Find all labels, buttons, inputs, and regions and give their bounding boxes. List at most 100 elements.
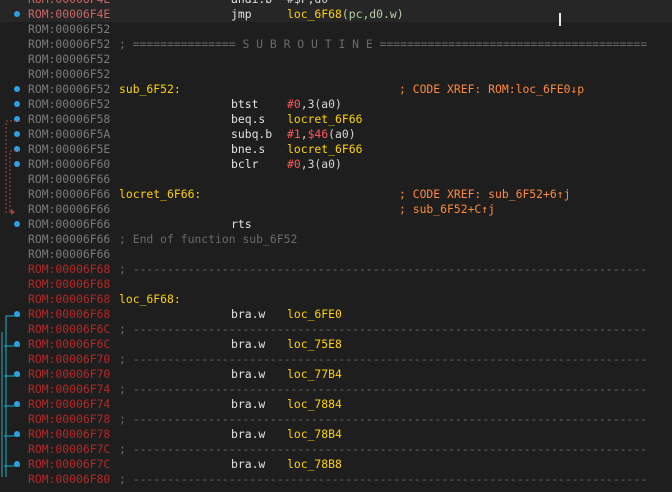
code-line[interactable]: ROM:00006F52 bbox=[0, 67, 672, 82]
code-line[interactable]: ROM:00006F52 ; =============== S U B R O … bbox=[0, 37, 672, 52]
gutter bbox=[0, 382, 28, 397]
line-address: ROM:00006F6C bbox=[28, 337, 111, 351]
code-line[interactable]: ROM:00006F80 ; --------------------------… bbox=[0, 472, 672, 487]
instruction-mnemonic: bra.w bbox=[231, 427, 266, 441]
code-line[interactable]: ROM:00006F66 rts bbox=[0, 217, 672, 232]
code-line[interactable]: ROM:00006F60 bclr #0,3(a0) bbox=[0, 157, 672, 172]
code-line[interactable]: ROM:00006F52 sub_6F52: ; CODE XREF: ROM:lo… bbox=[0, 82, 672, 97]
gutter bbox=[0, 442, 28, 457]
gutter bbox=[0, 457, 28, 472]
code-line[interactable]: ROM:00006F74 bra.w loc_7884 bbox=[0, 397, 672, 412]
code-line[interactable]: ROM:00006F78 bra.w loc_78B4 bbox=[0, 427, 672, 442]
code-line[interactable]: ROM:00006F6C ; --------------------------… bbox=[0, 322, 672, 337]
gutter bbox=[0, 262, 28, 277]
code-line[interactable]: ROM:00006F4E jmp loc_6F68(pc,d0.w) bbox=[0, 7, 672, 22]
operand-part: #1 bbox=[287, 127, 301, 141]
gutter bbox=[0, 0, 28, 7]
gutter bbox=[0, 127, 28, 142]
code-line[interactable]: ROM:00006F5E bne.s locret_6F66 bbox=[0, 142, 672, 157]
gutter bbox=[0, 187, 28, 202]
gutter bbox=[0, 337, 28, 352]
instruction-mnemonic: jmp bbox=[231, 7, 252, 21]
breakpoint-dot-icon[interactable] bbox=[14, 461, 20, 467]
operand-reference[interactable]: loc_78B8 bbox=[287, 457, 342, 471]
instruction-operands: #$F,d0 bbox=[287, 0, 328, 7]
instruction-mnemonic: subq.b bbox=[231, 127, 273, 141]
code-line[interactable]: ROM:00006F52 bbox=[0, 52, 672, 67]
gutter bbox=[0, 397, 28, 412]
code-line[interactable]: ROM:00006F74 ; --------------------------… bbox=[0, 382, 672, 397]
instruction-mnemonic: bra.w bbox=[231, 337, 266, 351]
line-address: ROM:00006F5E bbox=[28, 142, 111, 156]
code-line[interactable]: ROM:00006F7C ; --------------------------… bbox=[0, 442, 672, 457]
code-line[interactable]: ROM:00006F4E andi.b #$F,d0 bbox=[0, 0, 672, 7]
code-line[interactable]: ROM:00006F52 bbox=[0, 22, 672, 37]
code-label[interactable]: loc_6F68: bbox=[119, 292, 181, 307]
breakpoint-dot-icon[interactable] bbox=[14, 116, 20, 122]
code-line[interactable]: ROM:00006F66 ; End of function sub_6F52 bbox=[0, 232, 672, 247]
line-address: ROM:00006F66 bbox=[28, 232, 111, 246]
code-label[interactable]: locret_6F66: bbox=[119, 187, 201, 202]
breakpoint-dot-icon[interactable] bbox=[14, 311, 20, 317]
code-line[interactable]: ROM:00006F66 locret_6F66: ; CODE XREF: sub… bbox=[0, 187, 672, 202]
gutter bbox=[0, 52, 28, 67]
breakpoint-dot-icon[interactable] bbox=[14, 371, 20, 377]
code-line[interactable]: ROM:00006F70 bra.w loc_77B4 bbox=[0, 367, 672, 382]
line-address: ROM:00006F52 bbox=[28, 22, 111, 36]
code-line[interactable]: ROM:00006F68 loc_6F68: bbox=[0, 292, 672, 307]
breakpoint-dot-icon[interactable] bbox=[14, 161, 20, 167]
code-line[interactable]: ROM:00006F6C bra.w loc_75E8 bbox=[0, 337, 672, 352]
code-line[interactable]: ROM:00006F78 ; --------------------------… bbox=[0, 412, 672, 427]
operand-reference[interactable]: loc_6F68 bbox=[287, 7, 342, 21]
operand-reference[interactable]: loc_7884 bbox=[287, 397, 342, 411]
instruction-operands: loc_78B8 bbox=[287, 457, 342, 472]
breakpoint-dot-icon[interactable] bbox=[14, 86, 20, 92]
xref-comment[interactable]: ; sub_6F52+C↑j bbox=[399, 202, 495, 217]
xref-comment[interactable]: ; CODE XREF: ROM:loc_6FE0↓p bbox=[399, 82, 584, 97]
breakpoint-dot-icon[interactable] bbox=[14, 131, 20, 137]
code-line[interactable]: ROM:00006F66 ; sub_6F52+C↑j bbox=[0, 202, 672, 217]
code-line[interactable]: ROM:00006F5A subq.b #1,$46(a0) bbox=[0, 127, 672, 142]
code-line[interactable]: ROM:00006F68 ; --------------------------… bbox=[0, 262, 672, 277]
operand-reference[interactable]: loc_75E8 bbox=[287, 337, 342, 351]
gutter bbox=[0, 232, 28, 247]
line-address: ROM:00006F68 bbox=[28, 277, 111, 291]
code-line[interactable]: ROM:00006F68 bbox=[0, 277, 672, 292]
breakpoint-dot-icon[interactable] bbox=[14, 431, 20, 437]
disassembly-view[interactable]: ROM:00006F4E andi.b #$F,d0 ROM:00006F4E jmp l… bbox=[0, 0, 672, 487]
instruction-mnemonic: rts bbox=[231, 217, 252, 231]
text-cursor bbox=[559, 13, 561, 26]
operand-part: #0 bbox=[287, 97, 301, 111]
function-comment: ; End of function sub_6F52 bbox=[119, 232, 298, 246]
operand-reference[interactable]: loc_78B4 bbox=[287, 427, 342, 441]
breakpoint-dot-icon[interactable] bbox=[14, 146, 20, 152]
instruction-operands: #0,3(a0) bbox=[287, 97, 342, 112]
code-line[interactable]: ROM:00006F7C bra.w loc_78B8 bbox=[0, 457, 672, 472]
operand-reference[interactable]: locret_6F66 bbox=[287, 112, 362, 126]
code-label[interactable]: sub_6F52: bbox=[119, 82, 181, 97]
gutter bbox=[0, 307, 28, 322]
breakpoint-dot-icon[interactable] bbox=[14, 11, 20, 17]
instruction-operands: loc_77B4 bbox=[287, 367, 342, 382]
operand-part: ,3(a0) bbox=[300, 97, 342, 111]
breakpoint-dot-icon[interactable] bbox=[14, 101, 20, 107]
operand-reference[interactable]: loc_77B4 bbox=[287, 367, 342, 381]
operand-reference[interactable]: loc_6FE0 bbox=[287, 307, 342, 321]
gutter bbox=[0, 472, 28, 487]
breakpoint-dot-icon[interactable] bbox=[14, 401, 20, 407]
gutter bbox=[0, 157, 28, 172]
instruction-operands: loc_6F68(pc,d0.w) bbox=[287, 7, 404, 22]
line-address: ROM:00006F52 bbox=[28, 97, 111, 111]
code-line[interactable]: ROM:00006F66 bbox=[0, 172, 672, 187]
line-address: ROM:00006F68 bbox=[28, 307, 111, 321]
xref-comment[interactable]: ; CODE XREF: sub_6F52+6↑j bbox=[399, 187, 570, 202]
code-line[interactable]: ROM:00006F66 bbox=[0, 247, 672, 262]
line-address: ROM:00006F68 bbox=[28, 292, 111, 306]
code-line[interactable]: ROM:00006F58 beq.s locret_6F66 bbox=[0, 112, 672, 127]
code-line[interactable]: ROM:00006F52 btst #0,3(a0) bbox=[0, 97, 672, 112]
code-line[interactable]: ROM:00006F68 bra.w loc_6FE0 bbox=[0, 307, 672, 322]
breakpoint-dot-icon[interactable] bbox=[14, 341, 20, 347]
breakpoint-dot-icon[interactable] bbox=[14, 221, 20, 227]
code-line[interactable]: ROM:00006F70 ; --------------------------… bbox=[0, 352, 672, 367]
operand-reference[interactable]: locret_6F66 bbox=[287, 142, 362, 156]
